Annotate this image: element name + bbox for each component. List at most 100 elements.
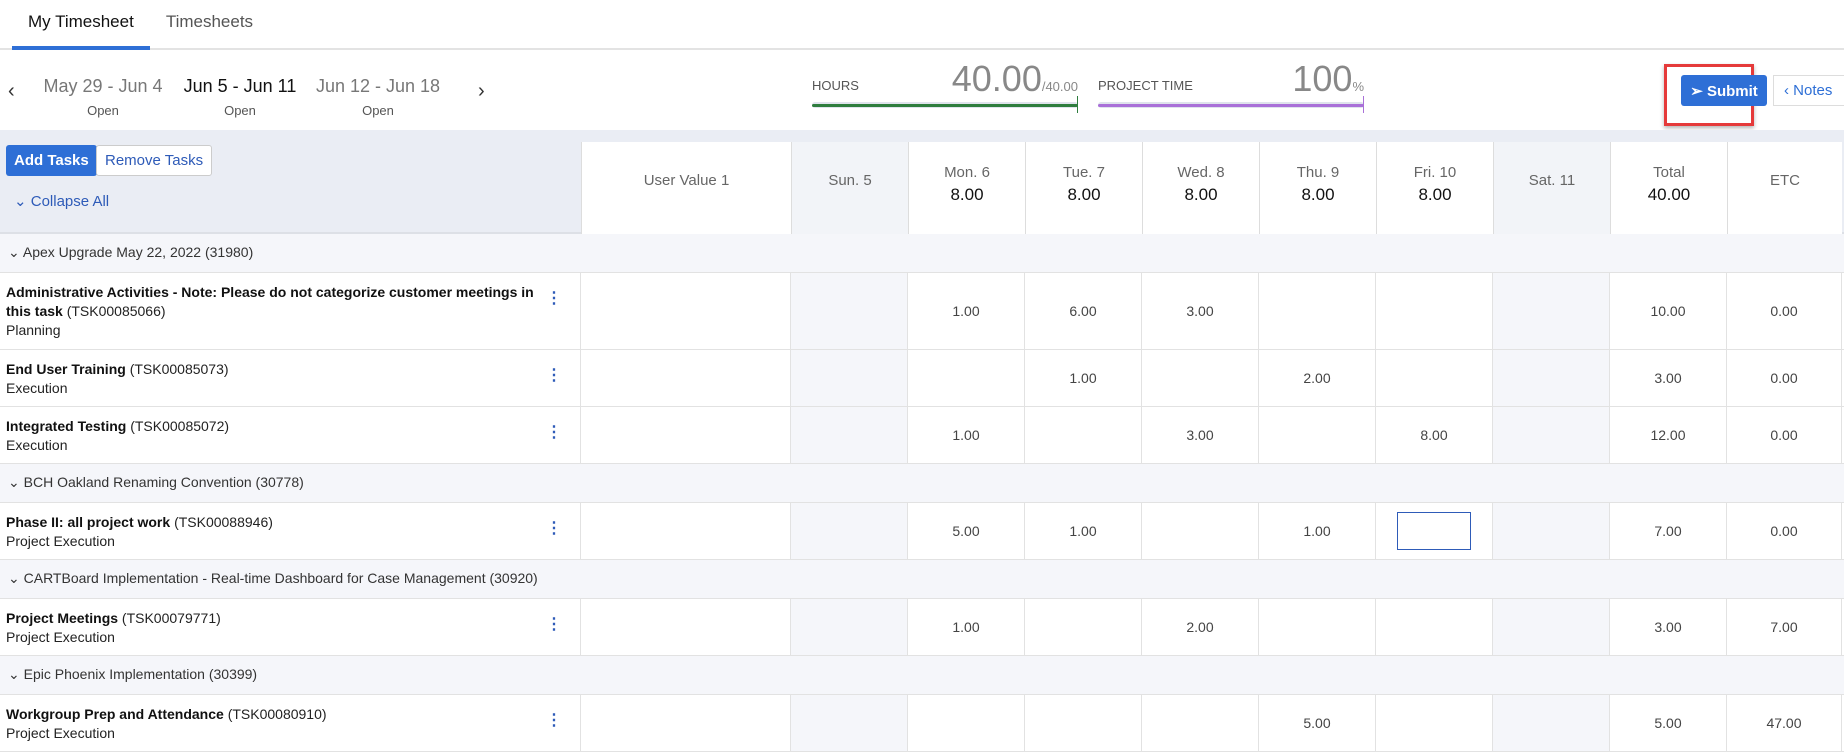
hours-cell: 0.00 bbox=[1727, 350, 1842, 406]
hours-cell[interactable] bbox=[1376, 350, 1493, 406]
hours-cell[interactable] bbox=[1259, 599, 1376, 655]
hours-cell[interactable]: 6.00 bbox=[1025, 273, 1142, 349]
hours-cell[interactable]: 3.00 bbox=[1142, 273, 1259, 349]
hours-cell: 3.00 bbox=[1610, 599, 1727, 655]
column-total: 8.00 bbox=[950, 185, 984, 204]
tab-timesheets[interactable]: Timesheets bbox=[150, 0, 269, 48]
collapse-all-link[interactable]: ⌄ Collapse All bbox=[14, 192, 109, 210]
column-label: Fri. 10 bbox=[1413, 164, 1457, 181]
hours-cell[interactable]: 1.00 bbox=[1259, 503, 1376, 559]
chevron-left-icon[interactable]: ‹ bbox=[8, 80, 15, 103]
hours-cell[interactable] bbox=[1376, 503, 1493, 559]
more-options-icon[interactable]: ⋮ bbox=[546, 289, 562, 308]
remove-tasks-button[interactable]: Remove Tasks bbox=[96, 145, 213, 176]
hours-cell[interactable]: 1.00 bbox=[908, 407, 1025, 463]
hours-cell[interactable]: 5.00 bbox=[908, 503, 1025, 559]
week-prev[interactable]: May 29 - Jun 4 Open bbox=[36, 76, 170, 118]
hours-cell[interactable] bbox=[1142, 503, 1259, 559]
week-next[interactable]: Jun 12 - Jun 18 Open bbox=[311, 76, 445, 118]
column-header: Wed. 8 8.00 bbox=[1142, 142, 1259, 234]
hours-cell[interactable] bbox=[1493, 350, 1610, 406]
hours-cell[interactable] bbox=[1493, 599, 1610, 655]
column-total: 40.00 bbox=[1647, 185, 1691, 204]
hours-cell[interactable]: 2.00 bbox=[1142, 599, 1259, 655]
task-id: (TSK00085072) bbox=[130, 418, 230, 434]
chevron-right-icon[interactable]: › bbox=[478, 80, 485, 103]
hours-cell[interactable] bbox=[1493, 503, 1610, 559]
column-total: 8.00 bbox=[1184, 185, 1218, 204]
hours-cell[interactable]: 1.00 bbox=[908, 273, 1025, 349]
hours-cell[interactable] bbox=[791, 503, 908, 559]
hours-cell[interactable] bbox=[1025, 695, 1142, 751]
hours-cell[interactable]: 2.00 bbox=[1259, 350, 1376, 406]
hours-cell[interactable] bbox=[1493, 273, 1610, 349]
chevron-down-icon[interactable]: ⌄ bbox=[8, 570, 20, 586]
more-options-icon[interactable]: ⋮ bbox=[546, 423, 562, 442]
chevron-down-icon[interactable]: ⌄ bbox=[8, 474, 20, 490]
hours-cell[interactable] bbox=[791, 273, 908, 349]
column-total: 8.00 bbox=[1301, 185, 1335, 204]
hours-cell[interactable]: 1.00 bbox=[1025, 503, 1142, 559]
more-options-icon[interactable]: ⋮ bbox=[546, 366, 562, 385]
more-options-icon[interactable]: ⋮ bbox=[546, 519, 562, 538]
hours-cell[interactable] bbox=[1259, 407, 1376, 463]
task-info: Phase II: all project work (TSK00088946)… bbox=[0, 503, 581, 559]
hours-cell[interactable] bbox=[1376, 273, 1493, 349]
project-time-label: PROJECT TIME bbox=[1098, 78, 1193, 93]
task-phase: Project Execution bbox=[6, 629, 115, 645]
hours-cell[interactable] bbox=[908, 695, 1025, 751]
grid-header: Add Tasks Remove Tasks ⌄ Collapse All Us… bbox=[0, 130, 1844, 234]
hours-cell[interactable] bbox=[1493, 695, 1610, 751]
task-id: (TSK00085073) bbox=[129, 361, 229, 377]
project-time-unit: % bbox=[1352, 79, 1364, 94]
hours-cell[interactable] bbox=[1493, 407, 1610, 463]
submit-button[interactable]: ➢ Submit bbox=[1681, 75, 1767, 106]
column-header: Mon. 6 8.00 bbox=[908, 142, 1025, 234]
task-row: Integrated Testing (TSK00085072) Executio… bbox=[0, 407, 1844, 464]
hours-cell[interactable]: 1.00 bbox=[908, 599, 1025, 655]
chevron-down-icon[interactable]: ⌄ bbox=[8, 666, 20, 682]
column-header: Tue. 7 8.00 bbox=[1025, 142, 1142, 234]
hours-cell[interactable]: 3.00 bbox=[1142, 407, 1259, 463]
hours-cell[interactable] bbox=[1376, 599, 1493, 655]
chevron-down-icon: ⌄ bbox=[14, 193, 31, 210]
add-tasks-button[interactable]: Add Tasks bbox=[6, 145, 97, 176]
hours-cell[interactable]: 5.00 bbox=[1259, 695, 1376, 751]
hours-cell[interactable] bbox=[1376, 695, 1493, 751]
hours-cell[interactable]: 8.00 bbox=[1376, 407, 1493, 463]
hours-cell[interactable] bbox=[1025, 407, 1142, 463]
hours-input[interactable] bbox=[1397, 512, 1471, 550]
hours-cell[interactable] bbox=[1142, 695, 1259, 751]
hours-cell bbox=[581, 350, 791, 406]
project-group-row[interactable]: ⌄ BCH Oakland Renaming Convention (30778… bbox=[0, 464, 1844, 503]
hours-cell: 7.00 bbox=[1610, 503, 1727, 559]
hours-cell: 0.00 bbox=[1727, 407, 1842, 463]
hours-cell[interactable]: 1.00 bbox=[1025, 350, 1142, 406]
hours-cell bbox=[581, 503, 791, 559]
hours-progress-bar bbox=[812, 102, 1078, 108]
task-id: (TSK00080910) bbox=[227, 706, 327, 722]
more-options-icon[interactable]: ⋮ bbox=[546, 711, 562, 730]
project-group-row[interactable]: ⌄ CARTBoard Implementation - Real-time D… bbox=[0, 560, 1844, 599]
week-current[interactable]: Jun 5 - Jun 11 Open bbox=[173, 76, 307, 134]
hours-cell[interactable] bbox=[791, 695, 908, 751]
task-info: Project Meetings (TSK00079771) Project Ex… bbox=[0, 599, 581, 655]
hours-cell[interactable] bbox=[791, 350, 908, 406]
hours-cell[interactable] bbox=[1259, 273, 1376, 349]
hours-cell[interactable] bbox=[791, 407, 908, 463]
task-phase: Execution bbox=[6, 380, 68, 396]
hours-cell bbox=[581, 407, 791, 463]
notes-button[interactable]: ‹ Notes bbox=[1773, 75, 1844, 106]
more-options-icon[interactable]: ⋮ bbox=[546, 615, 562, 634]
hours-cell[interactable] bbox=[791, 599, 908, 655]
tab-my-timesheet[interactable]: My Timesheet bbox=[12, 0, 150, 50]
project-group-row[interactable]: ⌄ Epic Phoenix Implementation (30399) bbox=[0, 656, 1844, 695]
chevron-down-icon[interactable]: ⌄ bbox=[8, 244, 20, 260]
hours-cell[interactable] bbox=[1142, 350, 1259, 406]
column-header: Thu. 9 8.00 bbox=[1259, 142, 1376, 234]
task-id: (TSK00079771) bbox=[121, 610, 221, 626]
hours-cell[interactable] bbox=[1025, 599, 1142, 655]
hours-cell[interactable] bbox=[908, 350, 1025, 406]
project-time-number: 100 bbox=[1292, 58, 1353, 99]
project-group-row[interactable]: ⌄ Apex Upgrade May 22, 2022 (31980) bbox=[0, 234, 1844, 273]
